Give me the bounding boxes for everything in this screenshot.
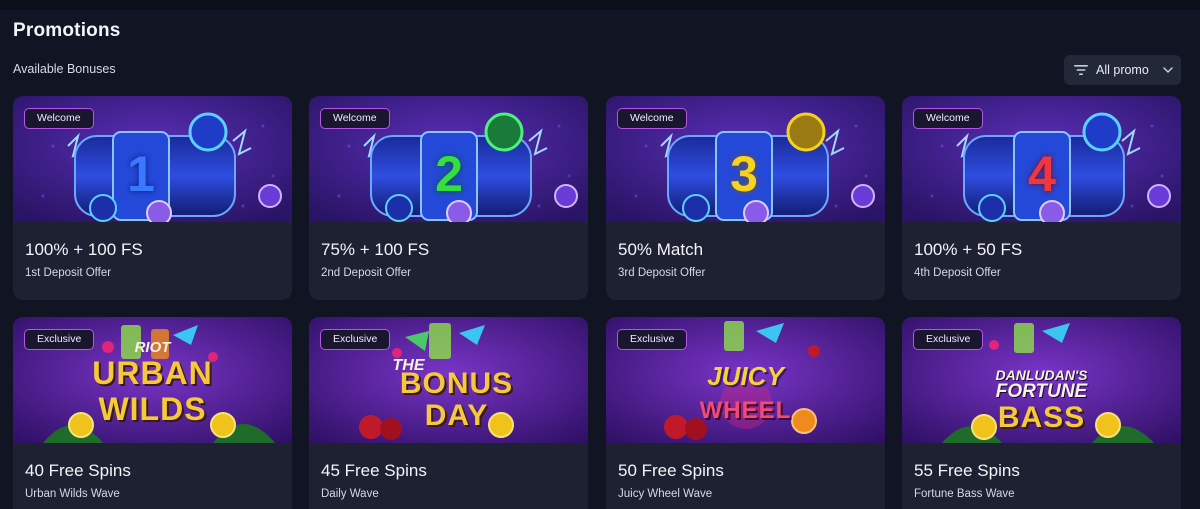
promo-title: 100% + 50 FS	[914, 240, 1023, 259]
promo-badge: Welcome	[320, 108, 390, 129]
section-subtitle: Available Bonuses	[13, 62, 116, 76]
promo-title: 55 Free Spins	[914, 461, 1020, 480]
promo-card-welcome-3[interactable]: 3 Welcome 50% Match 3rd Deposit Offer	[606, 96, 885, 300]
promo-title: 50% Match	[618, 240, 704, 259]
promo-badge: Welcome	[913, 108, 983, 129]
game-logo-bottom: BASS	[997, 401, 1086, 434]
promo-card-exclusive-4[interactable]: DANLUDAN'S FORTUNE BASS Exclusive 55 Fre…	[902, 317, 1181, 509]
game-logo-bottom: WHEEL	[699, 397, 792, 424]
promo-subtitle: Fortune Bass Wave	[914, 488, 1015, 500]
promo-card-welcome-1[interactable]: 1 Welcome 100% + 100 FS 1st Deposit Offe…	[13, 96, 292, 300]
promo-subtitle: Daily Wave	[321, 488, 379, 500]
chevron-down-icon	[1163, 67, 1173, 74]
promo-badge: Exclusive	[24, 329, 95, 350]
promo-card-exclusive-2[interactable]: THE BONUS DAY Exclusive 45 Free Spins Da…	[309, 317, 588, 509]
page-title: Promotions	[13, 20, 121, 41]
game-logo-bottom: DAY	[424, 399, 489, 432]
promo-card-welcome-2[interactable]: 2 Welcome 75% + 100 FS 2nd Deposit Offer	[309, 96, 588, 300]
game-logo-mid: URBAN	[92, 355, 213, 391]
game-logo-mid: BONUS	[399, 367, 514, 400]
promo-title: 100% + 100 FS	[25, 240, 143, 259]
promo-title: 40 Free Spins	[25, 461, 131, 480]
promo-subtitle: 4th Deposit Offer	[914, 267, 1001, 279]
promo-subtitle: Urban Wilds Wave	[25, 488, 120, 500]
promo-subtitle: 1st Deposit Offer	[25, 267, 112, 279]
promo-badge: Exclusive	[320, 329, 391, 350]
filter-label: All promo	[1096, 63, 1149, 77]
promo-badge: Exclusive	[617, 329, 688, 350]
promo-title: 50 Free Spins	[618, 461, 724, 480]
promo-subtitle: 2nd Deposit Offer	[321, 267, 411, 279]
promo-subtitle: Juicy Wheel Wave	[618, 488, 713, 500]
reel-digit: 3	[730, 146, 758, 202]
reel-digit: 1	[127, 146, 155, 202]
promo-badge: Welcome	[24, 108, 94, 129]
reel-digit: 4	[1028, 146, 1056, 202]
promo-badge: Welcome	[617, 108, 687, 129]
game-logo-bottom: WILDS	[98, 391, 207, 427]
promo-title: 75% + 100 FS	[321, 240, 430, 259]
top-bar	[0, 0, 1200, 10]
promo-badge: Exclusive	[913, 329, 984, 350]
promo-filter-dropdown[interactable]: All promo	[1064, 55, 1181, 85]
promo-subtitle: 3rd Deposit Offer	[618, 267, 706, 279]
promo-title: 45 Free Spins	[321, 461, 427, 480]
promo-card-exclusive-3[interactable]: JUICY WHEEL Exclusive 50 Free Spins Juic…	[606, 317, 885, 509]
promo-card-exclusive-1[interactable]: RIOT URBAN WILDS Exclusive 40 Free Spins…	[13, 317, 292, 509]
game-logo-mid: FORTUNE	[995, 381, 1088, 402]
game-logo-mid: JUICY	[707, 361, 784, 391]
promo-card-welcome-4[interactable]: 4 Welcome 100% + 50 FS 4th Deposit Offer	[902, 96, 1181, 300]
filter-lines-icon	[1074, 65, 1088, 75]
reel-digit: 2	[435, 146, 463, 202]
